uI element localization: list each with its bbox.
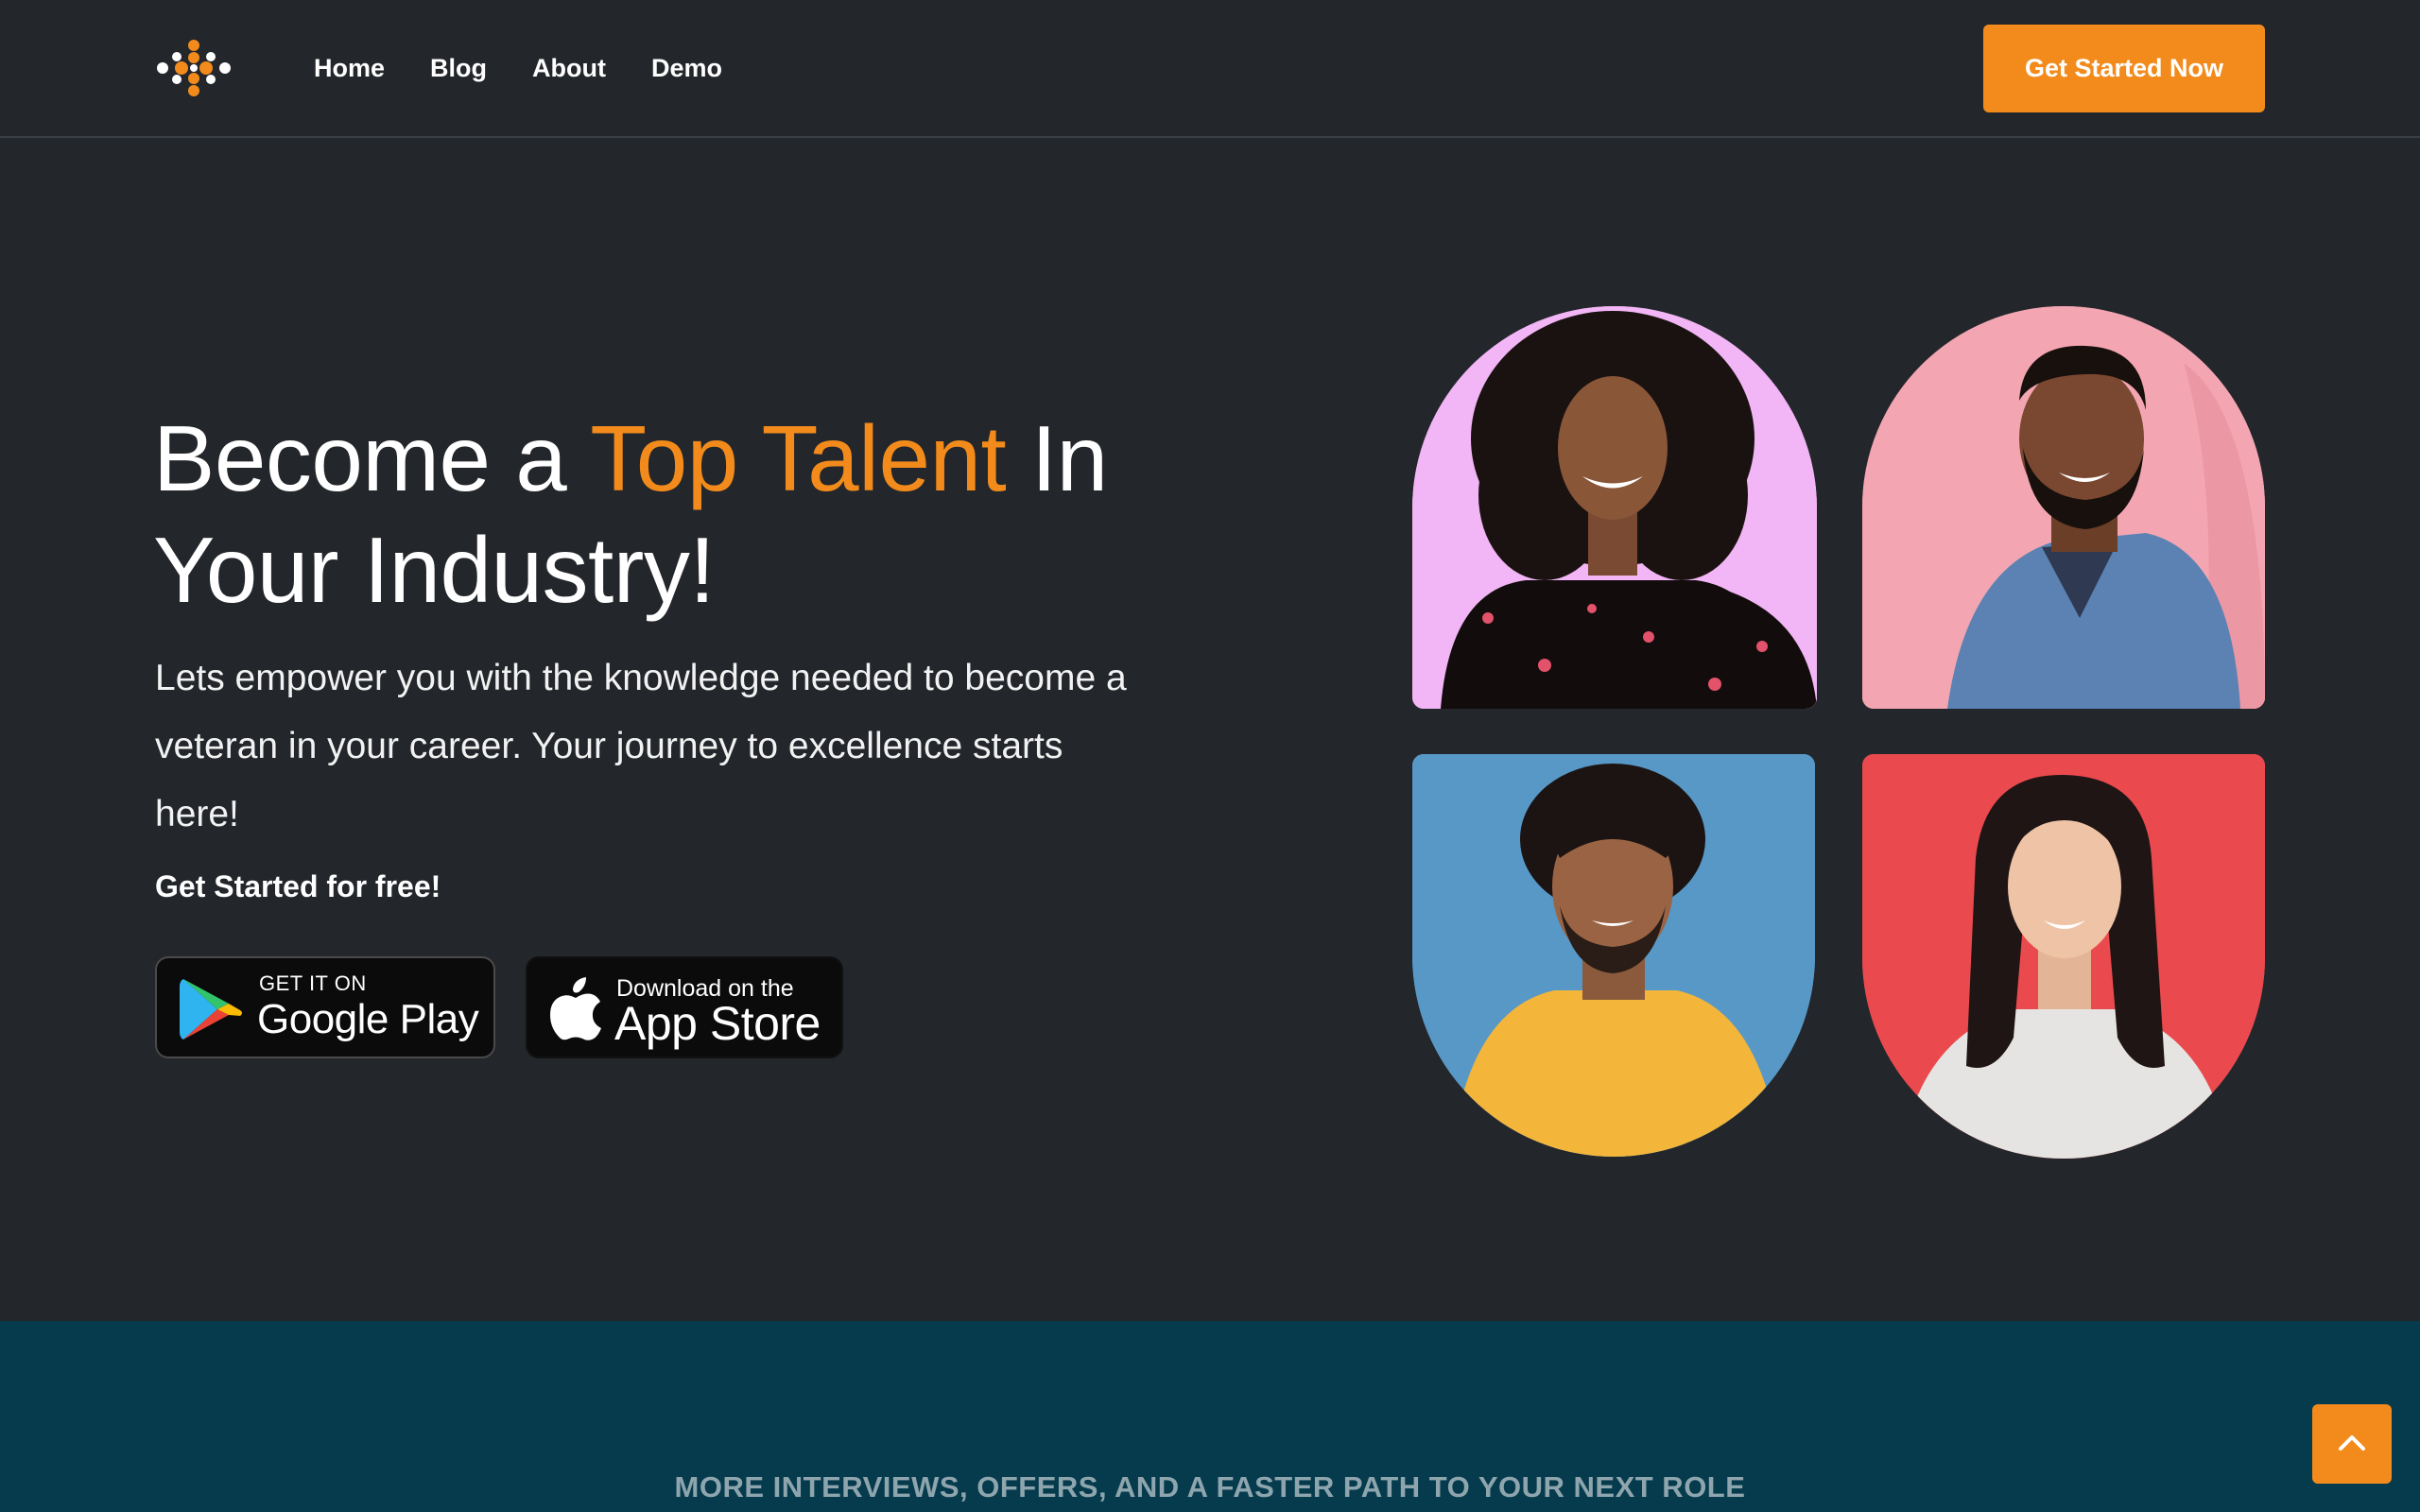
google-play-small-text: GET IT ON	[259, 971, 367, 995]
portrait-woman-curly-hair-image	[1412, 306, 1817, 709]
google-play-button[interactable]: GET IT ON Google Play	[155, 956, 495, 1058]
google-play-big-text: Google Play	[257, 996, 479, 1042]
portrait-man-yellow-shirt	[1412, 754, 1815, 1157]
dot-cluster-logo-icon	[157, 40, 231, 96]
hero-title-prefix: Become a	[153, 406, 591, 510]
portrait-man-denim-jacket	[1862, 306, 2265, 709]
google-play-icon	[180, 979, 242, 1040]
nav-blog[interactable]: Blog	[430, 51, 487, 85]
main-nav: Home Blog About Demo	[314, 51, 722, 85]
hero-title: Become a Top Talent In Your Industry!	[153, 403, 1212, 626]
get-started-free-label: Get Started for free!	[155, 869, 441, 903]
portrait-woman-long-hair	[1862, 754, 2265, 1159]
nav-about[interactable]: About	[532, 51, 606, 85]
app-store-big-text: App Store	[614, 997, 821, 1050]
get-started-now-button[interactable]: Get Started Now	[1983, 25, 2265, 112]
nav-demo[interactable]: Demo	[651, 51, 722, 85]
portrait-man-yellow-shirt-image	[1412, 754, 1815, 1157]
portrait-woman-long-hair-image	[1862, 754, 2265, 1159]
top-navigation-bar: Home Blog About Demo Get Started Now	[0, 0, 2420, 138]
chevron-up-icon	[2339, 1435, 2365, 1451]
app-store-button[interactable]: Download on the App Store	[526, 956, 843, 1058]
hero-title-accent: Top Talent	[590, 406, 1007, 510]
portrait-man-denim-jacket-image	[1862, 306, 2265, 709]
band-tagline: MORE INTERVIEWS, OFFERS, AND A FASTER PA…	[674, 1470, 1746, 1503]
hero-subtitle: Lets empower you with the knowledge need…	[155, 658, 1127, 834]
apple-icon	[550, 977, 601, 1040]
portrait-woman-curly-hair	[1412, 306, 1817, 709]
site-logo[interactable]	[157, 40, 231, 96]
nav-home[interactable]: Home	[314, 51, 385, 85]
scroll-to-top-button[interactable]	[2312, 1404, 2392, 1484]
